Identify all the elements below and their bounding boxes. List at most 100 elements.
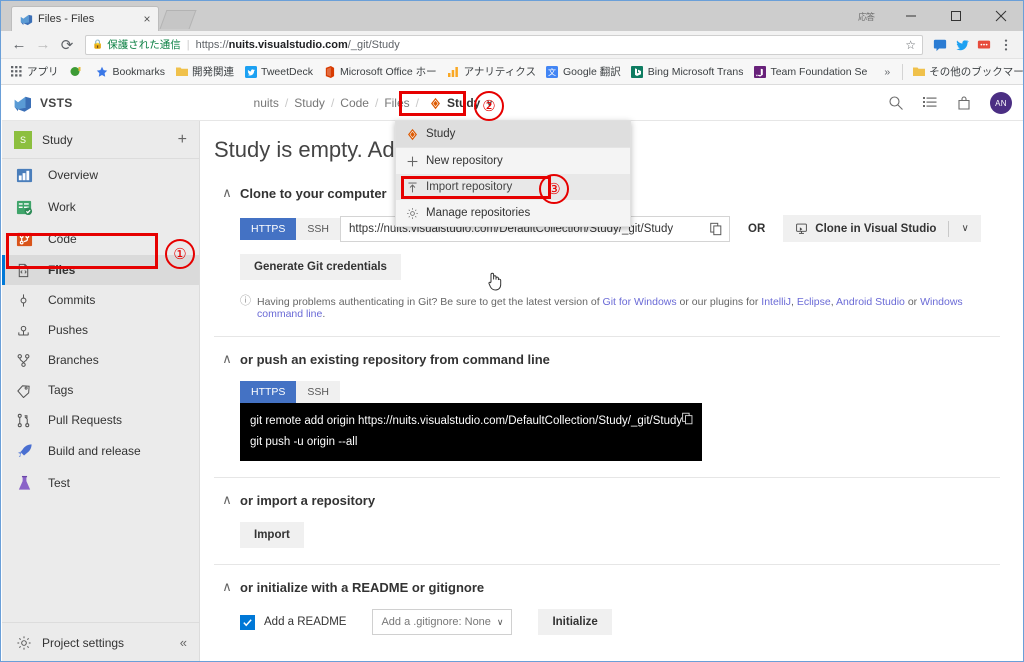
address-bar[interactable]: 🔒 保護された通信 | https://nuits.visualstudio.c…	[85, 34, 923, 55]
tab-https[interactable]: HTTPS	[240, 217, 297, 240]
chevron-down-icon[interactable]: ∨	[949, 216, 980, 241]
dropdown-item-study[interactable]: Study	[396, 121, 630, 147]
sidebar-item-test[interactable]: Test	[2, 467, 199, 499]
menu-icon[interactable]	[995, 34, 1017, 56]
section-initialize-header[interactable]: ∧ or initialize with a README or gitigno…	[214, 579, 1000, 595]
git-commands-block[interactable]: git remote add origin https://nuits.visu…	[240, 403, 702, 461]
import-arrow-icon	[406, 181, 426, 194]
dropdown-item-manage-repositories[interactable]: Manage repositories	[396, 200, 630, 226]
tab-ssh[interactable]: SSH	[296, 217, 341, 240]
bookmark-other-bookmarks[interactable]: その他のブックマーク	[907, 62, 1023, 81]
bookmark-bookmarks[interactable]: Bookmarks	[91, 63, 171, 80]
chevron-up-icon[interactable]: ∧	[214, 185, 240, 201]
bookmark-apps[interactable]: アプリ	[5, 62, 64, 81]
window-close-icon[interactable]	[978, 1, 1023, 31]
pocket-icon[interactable]	[929, 34, 951, 56]
sidebar-item-tags[interactable]: Tags	[2, 375, 199, 405]
sidebar-item-build-and-release[interactable]: Build and release	[2, 435, 199, 467]
chevron-up-icon[interactable]: ∧	[214, 351, 240, 367]
bookmark-team-foundation[interactable]: Team Foundation Se	[748, 63, 872, 80]
repo-picker[interactable]: Study ∨	[423, 93, 501, 113]
bookmark-analytics[interactable]: アナリティクス	[442, 62, 541, 81]
divider	[214, 336, 1000, 337]
sidebar-item-label: Pull Requests	[48, 413, 123, 427]
collapse-sidebar-icon[interactable]: «	[180, 635, 187, 650]
sidebar-project-row[interactable]: S Study +	[2, 121, 199, 159]
sidebar-item-work[interactable]: Work	[2, 191, 199, 223]
close-icon[interactable]: ×	[140, 12, 154, 26]
lock-icon: 🔒	[92, 39, 104, 49]
breadcrumb-item-code[interactable]: Code	[334, 96, 375, 110]
bookmark-office[interactable]: Microsoft Office ホー	[318, 62, 442, 81]
green-circle-icon	[69, 65, 82, 78]
chevron-up-icon[interactable]: ∧	[214, 492, 240, 508]
bookmarks-bar-right: » その他のブックマーク	[872, 62, 1023, 81]
link-eclipse[interactable]: Eclipse	[797, 296, 831, 308]
vsts-logo[interactable]: VSTS	[12, 93, 73, 113]
import-button[interactable]: Import	[240, 522, 304, 548]
bookmarks-overflow-icon[interactable]: »	[876, 66, 898, 78]
forward-arrow-icon[interactable]: →	[31, 33, 55, 57]
sidebar-item-branches[interactable]: Branches	[2, 345, 199, 375]
breadcrumb-item-study[interactable]: Study	[288, 96, 331, 110]
extension-icon[interactable]	[973, 34, 995, 56]
new-tab-button[interactable]	[159, 10, 197, 29]
tags-icon	[16, 381, 38, 399]
back-arrow-icon[interactable]: ←	[7, 33, 31, 57]
add-readme-checkbox[interactable]	[240, 614, 255, 630]
gitignore-select[interactable]: Add a .gitignore: None ∨	[372, 609, 513, 635]
bookmark-label: Bing Microsoft Trans	[647, 65, 744, 78]
link-git-for-windows[interactable]: Git for Windows	[603, 296, 677, 308]
generate-git-credentials-button[interactable]: Generate Git credentials	[240, 254, 401, 280]
search-icon[interactable]	[888, 95, 904, 111]
address-bar-url: https://nuits.visualstudio.com/_git/Stud…	[195, 38, 400, 51]
copy-icon[interactable]	[703, 216, 729, 242]
link-intellij[interactable]: IntelliJ	[761, 296, 791, 308]
sidebar-item-files[interactable]: Files	[2, 255, 199, 285]
add-icon[interactable]: +	[178, 131, 187, 148]
work-items-icon[interactable]	[922, 95, 938, 111]
section-push-header[interactable]: ∧ or push an existing repository from co…	[214, 351, 1000, 367]
sidebar-item-commits[interactable]: Commits	[2, 285, 199, 315]
sidebar-item-pushes[interactable]: Pushes	[2, 315, 199, 345]
star-icon[interactable]: ☆	[905, 38, 916, 52]
avatar[interactable]: AN	[990, 92, 1012, 114]
project-settings-label[interactable]: Project settings	[42, 636, 180, 650]
twitter-icon	[244, 65, 257, 78]
marketplace-icon[interactable]	[956, 95, 972, 111]
bookmark-label: アナリティクス	[463, 66, 536, 78]
star-blue-icon	[96, 65, 109, 78]
reload-icon[interactable]: ⟳	[55, 33, 79, 57]
window-controls: 応答	[858, 1, 1023, 31]
maximize-icon[interactable]	[933, 1, 978, 31]
bookmark-google-translate[interactable]: 文 Google 翻訳	[541, 62, 626, 81]
initialize-row: Add a README Add a .gitignore: None ∨ In…	[240, 609, 1000, 635]
dropdown-item-import-repository[interactable]: Import repository	[396, 174, 630, 200]
sidebar-item-label: Code	[48, 232, 77, 246]
copy-icon[interactable]	[676, 407, 698, 429]
bookmark-green[interactable]	[64, 63, 91, 80]
gitignore-select-value: Add a .gitignore: None	[381, 616, 491, 628]
bookmark-dev-folder[interactable]: 開発関連	[170, 62, 239, 81]
dropdown-item-new-repository[interactable]: New repository	[396, 147, 630, 174]
sidebar-item-overview[interactable]: Overview	[2, 159, 199, 191]
breadcrumb-item-files[interactable]: Files	[378, 96, 415, 110]
bookmark-bing-translate[interactable]: Bing Microsoft Trans	[626, 63, 749, 80]
bookmark-tweetdeck[interactable]: TweetDeck	[239, 63, 318, 80]
tab-https[interactable]: HTTPS	[240, 381, 297, 403]
sidebar-footer: Project settings «	[2, 622, 199, 661]
protocol-tabs: HTTPS SSH	[240, 217, 341, 240]
initialize-button[interactable]: Initialize	[538, 609, 612, 635]
link-android-studio[interactable]: Android Studio	[836, 296, 905, 308]
chevron-up-icon[interactable]: ∧	[214, 579, 240, 595]
sidebar-item-code[interactable]: Code	[2, 223, 199, 255]
section-import-header[interactable]: ∧ or import a repository	[214, 492, 1000, 508]
tab-ssh[interactable]: SSH	[296, 381, 341, 403]
twitter-icon[interactable]	[951, 34, 973, 56]
browser-tab[interactable]: Files - Files ×	[11, 6, 159, 31]
sidebar-item-pull-requests[interactable]: Pull Requests	[2, 405, 199, 435]
breadcrumb-item-nuits[interactable]: nuits	[248, 96, 285, 110]
minimize-icon[interactable]	[888, 1, 933, 31]
folder-icon	[175, 65, 188, 78]
clone-in-visual-studio-button[interactable]: Clone in Visual Studio ∨	[783, 215, 981, 242]
